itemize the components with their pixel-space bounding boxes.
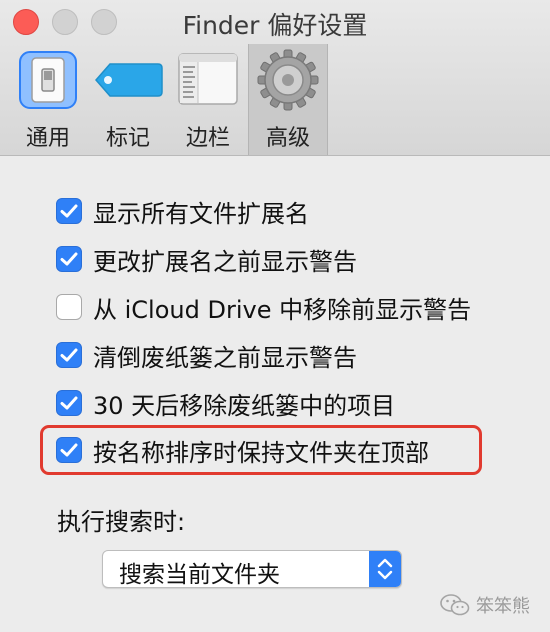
up-down-arrows-icon: [377, 558, 393, 580]
option-warn-empty-trash[interactable]: 清倒废纸篓之前显示警告: [56, 340, 357, 372]
checkmark-icon: [60, 348, 78, 362]
option-warn-icloud-remove[interactable]: 从 iCloud Drive 中移除前显示警告: [56, 292, 472, 324]
tab-advanced[interactable]: 高级: [248, 44, 328, 155]
watermark-text: 笨笨熊: [476, 596, 530, 617]
general-switch-icon: [16, 48, 80, 112]
tab-sidebar[interactable]: 边栏: [168, 44, 248, 155]
search-scope-label: 执行搜索时:: [57, 508, 186, 536]
window-title: Finder 偏好设置: [182, 11, 368, 40]
tab-advanced-label: 高级: [265, 126, 310, 151]
option-label: 清倒废纸篓之前显示警告: [93, 343, 357, 372]
search-scope-select[interactable]: 搜索当前文件夹: [102, 550, 402, 588]
checkbox-checked[interactable]: [56, 198, 82, 224]
checkmark-icon: [60, 252, 78, 266]
tab-general[interactable]: 通用: [8, 44, 88, 155]
sidebar-icon: [176, 48, 240, 112]
gear-icon: [256, 48, 320, 112]
checkmark-icon: [60, 204, 78, 218]
checkbox-checked[interactable]: [56, 390, 82, 416]
tab-sidebar-label: 边栏: [185, 126, 230, 151]
wechat-icon: [440, 594, 470, 616]
tab-tags-label: 标记: [105, 126, 150, 151]
checkbox-checked[interactable]: [56, 246, 82, 272]
checkmark-icon: [60, 396, 78, 410]
option-label: 更改扩展名之前显示警告: [93, 247, 357, 276]
option-label: 显示所有文件扩展名: [93, 199, 309, 228]
option-label: 从 iCloud Drive 中移除前显示警告: [93, 295, 472, 324]
tab-general-label: 通用: [25, 126, 70, 151]
checkbox-unchecked[interactable]: [56, 294, 82, 320]
tab-tags[interactable]: 标记: [88, 44, 168, 155]
option-remove-trash-30-days[interactable]: 30 天后移除废纸篓中的项目: [56, 388, 396, 420]
select-stepper[interactable]: [369, 551, 401, 587]
tag-icon: [95, 48, 163, 112]
highlight-box: [40, 425, 482, 475]
checkbox-checked[interactable]: [56, 342, 82, 368]
titlebar: Finder 偏好设置 通用 标记 边栏 高级: [0, 0, 550, 156]
watermark: 笨笨熊: [440, 592, 530, 618]
preferences-toolbar: 通用 标记 边栏 高级: [8, 44, 328, 155]
advanced-panel: 显示所有文件扩展名 更改扩展名之前显示警告 从 iCloud Drive 中移除…: [0, 156, 550, 632]
option-show-extensions[interactable]: 显示所有文件扩展名: [56, 196, 309, 228]
option-warn-extension-change[interactable]: 更改扩展名之前显示警告: [56, 244, 357, 276]
option-label: 30 天后移除废纸篓中的项目: [93, 391, 396, 420]
search-scope-value: 搜索当前文件夹: [119, 562, 280, 588]
